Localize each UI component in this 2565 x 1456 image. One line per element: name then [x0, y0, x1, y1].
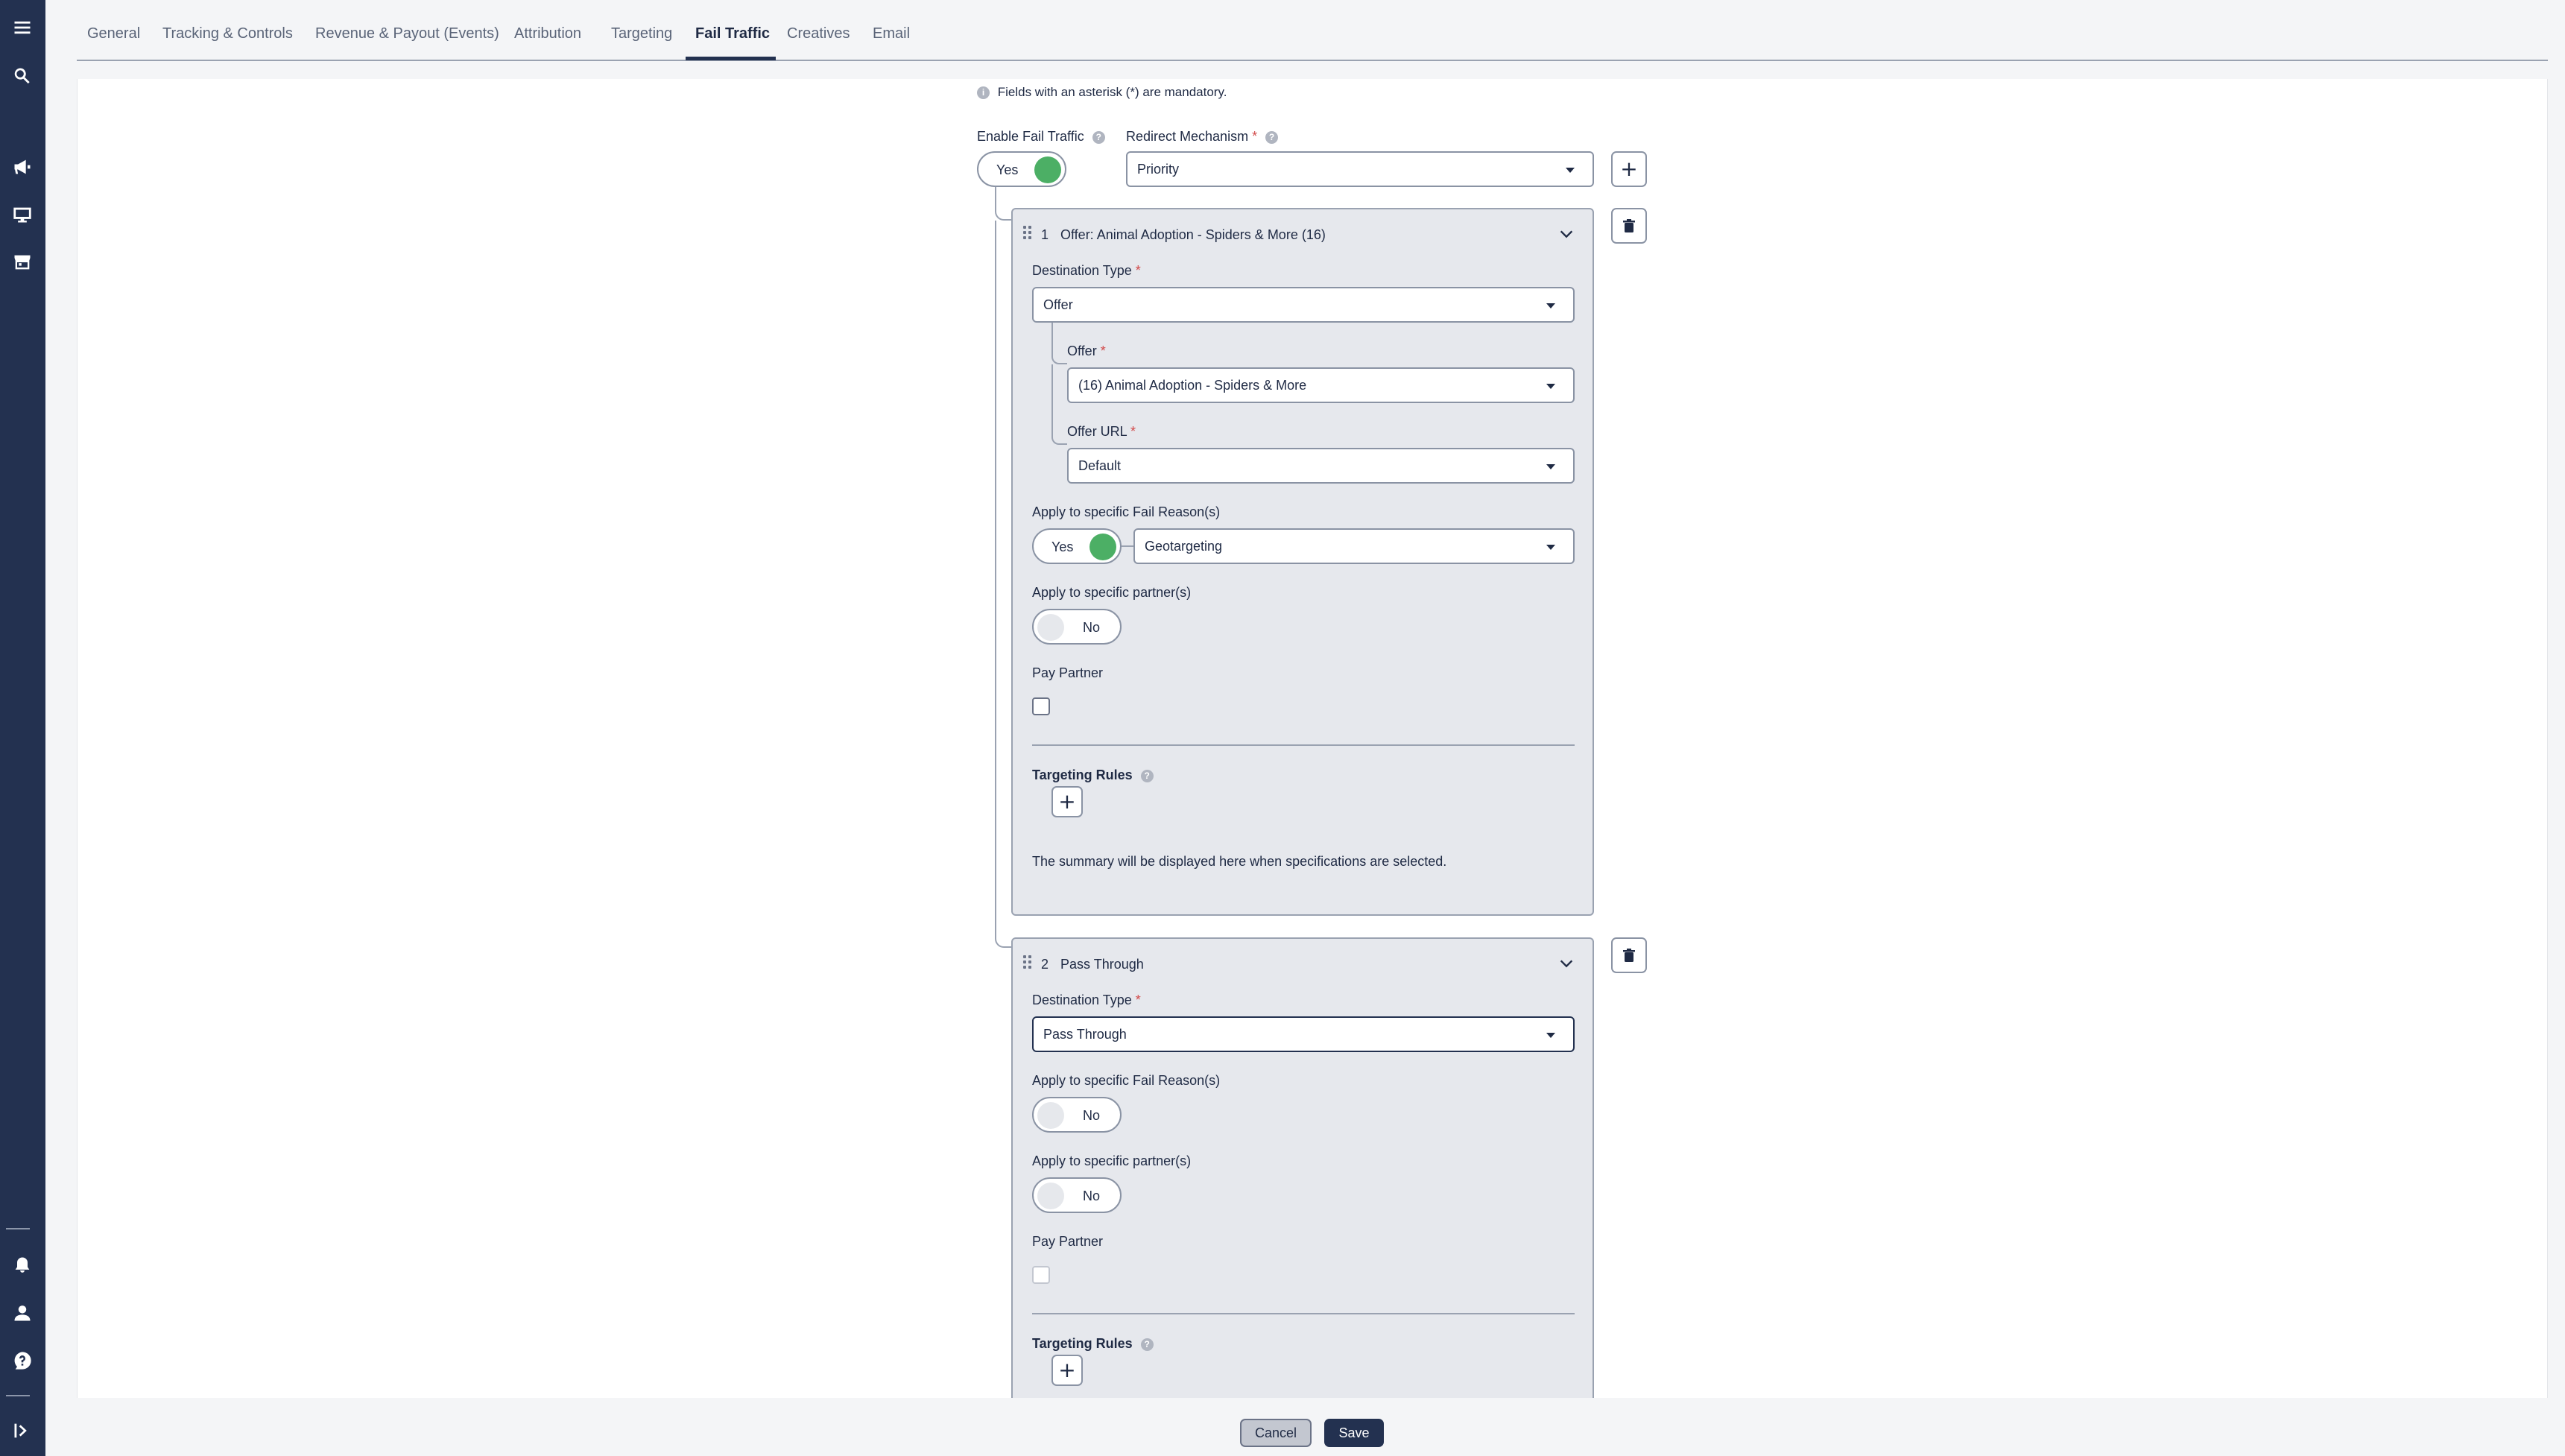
- info-icon: i: [977, 86, 990, 100]
- chevron-down-icon[interactable]: [1558, 955, 1575, 972]
- delete-rule-1-button[interactable]: [1611, 208, 1647, 244]
- pay-partner-label: Pay Partner: [1032, 665, 1104, 680]
- destination-type-select[interactable]: Pass Through: [1032, 1016, 1575, 1052]
- fail-reasons-toggle[interactable]: Yes: [1032, 528, 1122, 564]
- rule-title: Pass Through: [1060, 957, 1144, 972]
- tab-creatives[interactable]: Creatives: [787, 25, 850, 42]
- partners-label: Apply to specific partner(s): [1032, 585, 1192, 600]
- help-icon[interactable]: ?: [1140, 1338, 1154, 1351]
- caret-down-icon: [1546, 464, 1555, 469]
- expand-sidebar-icon[interactable]: [6, 1414, 39, 1447]
- bell-icon[interactable]: [6, 1249, 39, 1282]
- toggle-knob: [1037, 1102, 1064, 1129]
- active-tab-indicator: [686, 57, 776, 60]
- offer-label: Offer *: [1067, 344, 1106, 358]
- partners-toggle[interactable]: No: [1032, 609, 1122, 645]
- divider: [1032, 744, 1575, 746]
- tree-connector: [995, 187, 1011, 221]
- rule-title: Offer: Animal Adoption - Spiders & More …: [1060, 227, 1326, 242]
- tab-attribution[interactable]: Attribution: [514, 25, 581, 42]
- tree-connector: [1122, 545, 1133, 547]
- partners-label: Apply to specific partner(s): [1032, 1153, 1192, 1168]
- sidebar-divider: [6, 1228, 30, 1229]
- enable-fail-traffic-label: Enable Fail Traffic ?: [977, 129, 1105, 145]
- help-icon[interactable]: ?: [1265, 130, 1279, 144]
- fail-reasons-label: Apply to specific Fail Reason(s): [1032, 1073, 1221, 1088]
- save-button[interactable]: Save: [1324, 1419, 1384, 1447]
- help-icon[interactable]: ?: [1092, 130, 1105, 144]
- redirect-mechanism-select[interactable]: Priority: [1126, 151, 1594, 187]
- toggle-knob: [1034, 156, 1061, 183]
- add-targeting-rule-button[interactable]: +: [1051, 1355, 1083, 1386]
- toggle-knob: [1037, 1183, 1064, 1209]
- destination-type-select[interactable]: Offer: [1032, 287, 1575, 323]
- enable-fail-traffic-toggle[interactable]: Yes: [977, 151, 1066, 187]
- rule-card-1: 1 Offer: Animal Adoption - Spiders & Mor…: [1011, 208, 1594, 916]
- tab-bar: General Tracking & Controls Revenue & Pa…: [77, 0, 2548, 61]
- help-icon[interactable]: ?: [1140, 769, 1154, 782]
- pay-partner-checkbox: [1032, 1266, 1050, 1284]
- left-sidebar: [0, 0, 45, 1456]
- toggle-knob: [1089, 534, 1116, 560]
- mandatory-note: i Fields with an asterisk (*) are mandat…: [977, 85, 1227, 100]
- summary-text: The summary will be displayed here when …: [1032, 854, 1447, 869]
- help-icon[interactable]: [6, 1344, 39, 1377]
- delete-rule-2-button[interactable]: [1611, 937, 1647, 973]
- caret-down-icon: [1566, 168, 1575, 173]
- destination-type-label: Destination Type *: [1032, 993, 1141, 1007]
- rule-card-2: 2 Pass Through Destination Type * Pass T…: [1011, 937, 1594, 1399]
- pay-partner-label: Pay Partner: [1032, 1234, 1104, 1249]
- chevron-down-icon[interactable]: [1558, 226, 1575, 242]
- rule-index: 2: [1041, 957, 1049, 972]
- add-rule-button[interactable]: +: [1611, 151, 1647, 187]
- megaphone-icon[interactable]: [6, 151, 39, 183]
- offer-url-label: Offer URL *: [1067, 424, 1136, 439]
- offer-select[interactable]: (16) Animal Adoption - Spiders & More: [1067, 367, 1575, 403]
- sidebar-divider: [6, 1395, 30, 1396]
- pay-partner-checkbox[interactable]: [1032, 697, 1050, 715]
- trash-icon: [1623, 949, 1635, 962]
- redirect-mechanism-label: Redirect Mechanism * ?: [1126, 129, 1279, 145]
- menu-icon[interactable]: [6, 11, 39, 44]
- tab-email[interactable]: Email: [873, 25, 910, 42]
- caret-down-icon: [1546, 303, 1555, 308]
- destination-type-label: Destination Type *: [1032, 263, 1141, 278]
- tree-connector: [1051, 323, 1067, 364]
- tree-connector: [1051, 364, 1067, 445]
- caret-down-icon: [1546, 545, 1555, 550]
- fail-reasons-select[interactable]: Geotargeting: [1133, 528, 1575, 564]
- caret-down-icon: [1546, 384, 1555, 389]
- user-icon[interactable]: [6, 1297, 39, 1329]
- tab-revenue-payout[interactable]: Revenue & Payout (Events): [315, 25, 499, 42]
- add-targeting-rule-button[interactable]: +: [1051, 786, 1083, 817]
- toggle-knob: [1037, 614, 1064, 641]
- search-icon[interactable]: [6, 60, 39, 92]
- tab-general[interactable]: General: [87, 25, 140, 42]
- plus-icon: +: [1058, 789, 1076, 814]
- tree-connector: [995, 221, 1011, 948]
- tab-tracking-controls[interactable]: Tracking & Controls: [162, 25, 293, 42]
- plus-icon: +: [1620, 156, 1638, 181]
- tab-targeting[interactable]: Targeting: [611, 25, 672, 42]
- targeting-rules-label: Targeting Rules ?: [1032, 1336, 1154, 1352]
- cancel-button[interactable]: Cancel: [1240, 1419, 1312, 1447]
- offer-url-select[interactable]: Default: [1067, 448, 1575, 484]
- tab-fail-traffic[interactable]: Fail Traffic: [695, 25, 770, 42]
- storefront-icon[interactable]: [6, 246, 39, 279]
- fail-reasons-label: Apply to specific Fail Reason(s): [1032, 504, 1221, 519]
- drag-handle-icon[interactable]: [1023, 955, 1034, 970]
- partners-toggle[interactable]: No: [1032, 1177, 1122, 1213]
- caret-down-icon: [1546, 1033, 1555, 1038]
- plus-icon: +: [1058, 1358, 1076, 1382]
- fail-reasons-toggle[interactable]: No: [1032, 1097, 1122, 1133]
- rule-index: 1: [1041, 227, 1049, 242]
- monitor-icon[interactable]: [6, 198, 39, 231]
- drag-handle-icon[interactable]: [1023, 226, 1034, 241]
- divider: [1032, 1313, 1575, 1314]
- targeting-rules-label: Targeting Rules ?: [1032, 767, 1154, 783]
- trash-icon: [1623, 219, 1635, 232]
